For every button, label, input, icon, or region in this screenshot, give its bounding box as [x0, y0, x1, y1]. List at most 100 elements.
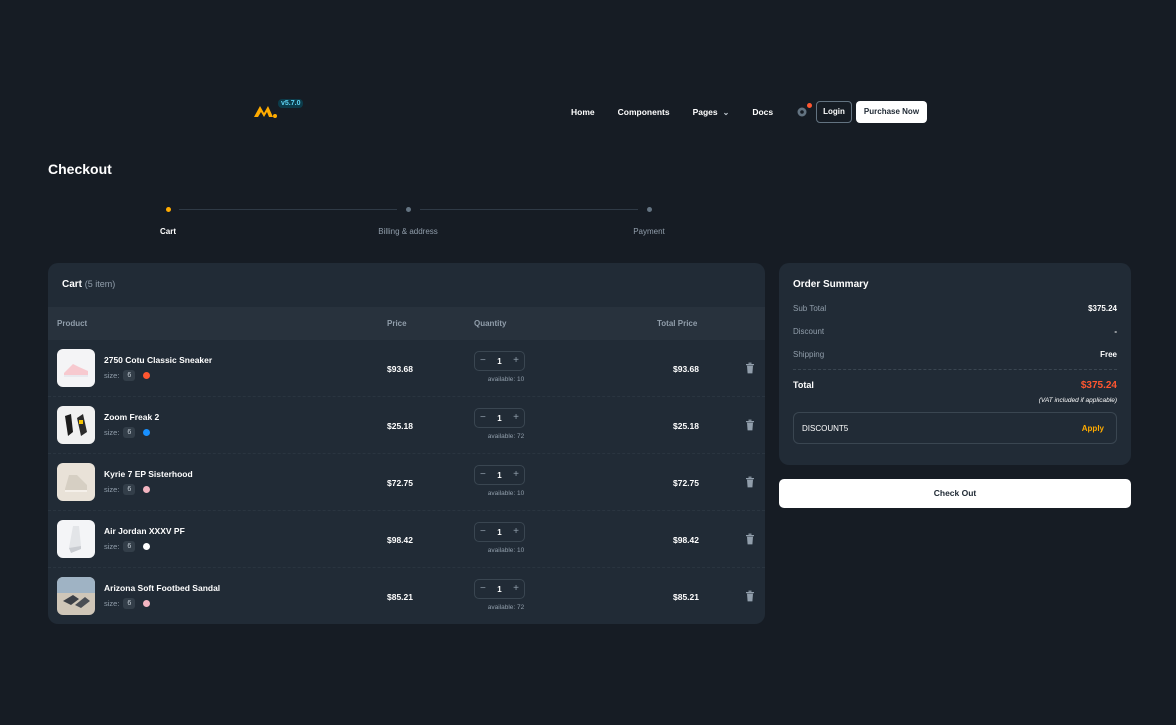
product-image[interactable] — [57, 463, 95, 501]
product-variant: size: 6 — [104, 598, 151, 609]
check-out-button[interactable]: Check Out — [779, 479, 1131, 508]
col-quantity: Quantity — [474, 319, 507, 328]
product-image[interactable] — [57, 577, 95, 615]
product-name[interactable]: Kyrie 7 EP Sisterhood — [104, 469, 193, 479]
step-payment[interactable]: Payment — [589, 203, 709, 236]
subtotal-row: Sub Total $375.24 — [793, 304, 1117, 313]
step-billing[interactable]: Billing & address — [348, 203, 468, 236]
apply-button[interactable]: Apply — [1082, 424, 1104, 433]
step-indicator — [405, 207, 411, 212]
discount-code-field[interactable]: DISCOUNT5 Apply — [793, 412, 1117, 444]
trash-icon[interactable] — [745, 362, 755, 374]
cart-card: Cart (5 item) Product Price Quantity Tot… — [48, 263, 765, 624]
sneaker-image — [64, 364, 88, 377]
shipping-label: Shipping — [793, 350, 825, 359]
cart-header: Cart (5 item) — [48, 263, 765, 307]
product-variant: size: 6 — [104, 370, 151, 381]
nav-pages[interactable]: Pages ⌄ — [693, 107, 730, 117]
subtotal-label: Sub Total — [793, 304, 827, 313]
size-label: size: — [104, 371, 120, 380]
trash-icon[interactable] — [745, 476, 755, 488]
size-value: 6 — [123, 427, 136, 438]
col-price: Price — [387, 319, 407, 328]
settings-button[interactable] — [796, 103, 813, 118]
trash-icon[interactable] — [745, 533, 755, 545]
decrease-button[interactable]: − — [480, 527, 486, 537]
size-label: size: — [104, 599, 120, 608]
color-swatch — [143, 429, 151, 436]
color-swatch — [143, 543, 151, 550]
sneaker-image — [69, 526, 81, 553]
page-title: Checkout — [48, 161, 112, 177]
nav-pages-label: Pages — [692, 107, 718, 117]
quantity-value: 1 — [497, 356, 502, 366]
chevron-down-icon: ⌄ — [722, 107, 730, 117]
main-nav: Home Components Pages ⌄ Docs Login Purch… — [571, 101, 928, 123]
discount-value: - — [1114, 327, 1117, 336]
product-name[interactable]: 2750 Cotu Classic Sneaker — [104, 355, 212, 365]
cart-count: (5 item) — [84, 279, 116, 289]
unit-price: $98.42 — [387, 535, 413, 545]
availability: available: 72 — [487, 604, 525, 611]
step-label: Billing & address — [378, 227, 438, 236]
login-button[interactable]: Login — [816, 101, 852, 123]
table-row: Zoom Freak 2 size: 6 $25.18 − 1 + availa… — [48, 397, 765, 454]
purchase-now-button[interactable]: Purchase Now — [855, 101, 928, 123]
step-cart[interactable]: Cart — [108, 203, 228, 236]
divider — [793, 369, 1117, 370]
discount-code-input[interactable]: DISCOUNT5 — [802, 424, 848, 433]
nav-components[interactable]: Components — [618, 107, 670, 117]
availability: available: 10 — [487, 490, 525, 497]
nav-home[interactable]: Home — [571, 107, 595, 117]
table-header: Product Price Quantity Total Price — [48, 307, 765, 340]
unit-price: $72.75 — [387, 478, 413, 488]
product-name[interactable]: Air Jordan XXXV PF — [104, 526, 185, 536]
quantity-stepper[interactable]: − 1 + — [474, 408, 525, 428]
product-image[interactable] — [57, 406, 95, 444]
total-label: Total — [793, 380, 814, 390]
sandal-image — [57, 577, 95, 608]
line-total: $25.18 — [673, 421, 699, 431]
increase-button[interactable]: + — [513, 413, 519, 423]
unit-price: $25.18 — [387, 421, 413, 431]
trash-icon[interactable] — [745, 590, 755, 602]
unit-price: $93.68 — [387, 364, 413, 374]
size-value: 6 — [123, 598, 136, 609]
step-indicator — [646, 207, 652, 212]
increase-button[interactable]: + — [513, 470, 519, 480]
version-badge: v5.7.0 — [278, 99, 304, 108]
decrease-button[interactable]: − — [480, 584, 486, 594]
gear-icon — [797, 107, 807, 117]
order-summary-card: Order Summary Sub Total $375.24 Discount… — [779, 263, 1131, 465]
decrease-button[interactable]: − — [480, 470, 486, 480]
product-variant: size: 6 — [104, 541, 151, 552]
increase-button[interactable]: + — [513, 584, 519, 594]
col-total-price: Total Price — [657, 319, 698, 328]
product-name[interactable]: Zoom Freak 2 — [104, 412, 159, 422]
logo[interactable]: v5.7.0 — [253, 99, 304, 119]
size-value: 6 — [123, 541, 136, 552]
quantity-stepper[interactable]: − 1 + — [474, 351, 525, 371]
table-row: 2750 Cotu Classic Sneaker size: 6 $93.68… — [48, 340, 765, 397]
product-image[interactable] — [57, 520, 95, 558]
trash-icon[interactable] — [745, 419, 755, 431]
line-total: $98.42 — [673, 535, 699, 545]
increase-button[interactable]: + — [513, 356, 519, 366]
size-label: size: — [104, 428, 120, 437]
line-total: $72.75 — [673, 478, 699, 488]
increase-button[interactable]: + — [513, 527, 519, 537]
logo-mark-icon — [254, 106, 277, 118]
quantity-stepper[interactable]: − 1 + — [474, 522, 525, 542]
decrease-button[interactable]: − — [480, 413, 486, 423]
product-variant: size: 6 — [104, 427, 151, 438]
quantity-value: 1 — [497, 527, 502, 537]
quantity-stepper[interactable]: − 1 + — [474, 465, 525, 485]
cart-title: Cart — [62, 279, 83, 290]
decrease-button[interactable]: − — [480, 356, 486, 366]
quantity-stepper[interactable]: − 1 + — [474, 579, 525, 599]
product-name[interactable]: Arizona Soft Footbed Sandal — [104, 583, 220, 593]
product-image[interactable] — [57, 349, 95, 387]
quantity-value: 1 — [497, 413, 502, 423]
nav-docs[interactable]: Docs — [752, 107, 773, 117]
unit-price: $85.21 — [387, 592, 413, 602]
